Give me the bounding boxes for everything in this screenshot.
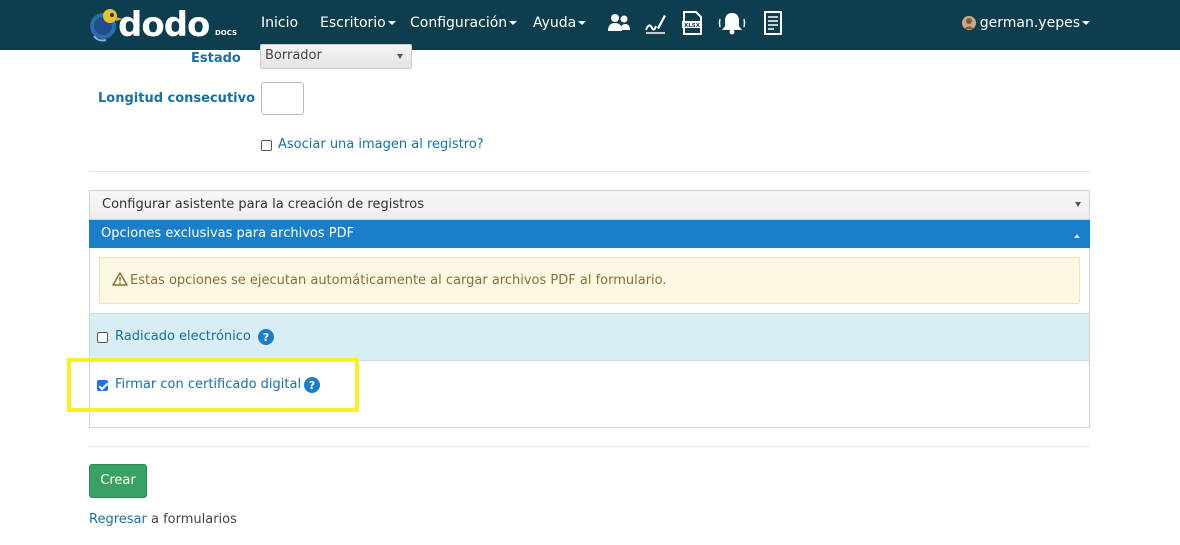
brand-subtitle: DOCS [215,29,238,37]
back-link-rest: a formularios [150,512,237,527]
longitud-consecutivo-label: Longitud consecutivo [98,91,256,106]
back-link[interactable]: Regresar [89,512,147,527]
longitud-consecutivo-input[interactable] [261,82,304,115]
asociar-imagen-label[interactable]: Asociar una imagen al registro? [278,137,484,152]
user-name: german.yepes [979,15,1080,31]
accordion-pdf-title: Opciones exclusivas para archivos PDF [101,226,355,241]
estado-label: Estado [191,51,241,66]
xlsx-icon[interactable]: XLSX [679,10,705,36]
asociar-imagen-checkbox[interactable] [261,140,272,151]
estado-select-value: Borrador [265,48,322,63]
help-icon[interactable]: ? [258,329,274,345]
document-list-icon[interactable] [760,10,786,36]
accordion-asistente-title: Configurar asistente para la creación de… [102,197,425,212]
chevron-down-icon [1082,21,1090,25]
brand-logo[interactable]: dodo DOCS [88,6,238,44]
nav-inicio-label: Inicio [261,15,299,31]
highlight-box [67,358,359,412]
divider [89,171,1090,172]
divider [89,446,1090,447]
user-menu[interactable]: german.yepes [961,0,1090,50]
nav-ayuda-label: Ayuda [533,15,577,31]
create-button[interactable]: Crear [89,464,147,498]
caret-down-icon [1075,202,1081,207]
bell-icon[interactable] [717,10,747,36]
accordion-asistente-header[interactable]: Configurar asistente para la creación de… [89,190,1090,220]
chevron-down-icon [509,21,518,25]
chevron-down-icon [578,21,587,25]
nav-escritorio[interactable]: Escritorio [320,0,396,50]
warning-icon [112,272,128,286]
top-navbar: dodo DOCS Inicio Escritorio Configuració… [0,0,1180,50]
accordion-pdf-header[interactable]: Opciones exclusivas para archivos PDF [89,220,1090,248]
nav-configuracion-label: Configuración [410,15,508,31]
users-icon[interactable] [606,10,632,36]
select-caret-icon [397,54,403,59]
signature-icon[interactable] [643,10,669,36]
nav-ayuda[interactable]: Ayuda [533,0,587,50]
caret-up-icon [1074,234,1080,238]
nav-configuracion[interactable]: Configuración [410,0,518,50]
back-to-forms: Regresar a formularios [89,512,237,527]
warning-alert: Estas opciones se ejecutan automáticamen… [99,257,1080,304]
svg-text:?: ? [263,331,269,344]
avatar-icon [961,16,976,30]
brand-name: dodo [118,5,210,45]
nav-inicio[interactable]: Inicio [261,0,298,50]
svg-text:XLSX: XLSX [684,23,701,29]
nav-escritorio-label: Escritorio [320,15,386,31]
chevron-down-icon [387,21,396,25]
warning-alert-text: Estas opciones se ejecutan automáticamen… [130,273,667,288]
radicado-checkbox[interactable] [97,332,108,343]
radicado-label[interactable]: Radicado electrónico [115,329,251,344]
estado-select[interactable]: Borrador [260,44,412,69]
